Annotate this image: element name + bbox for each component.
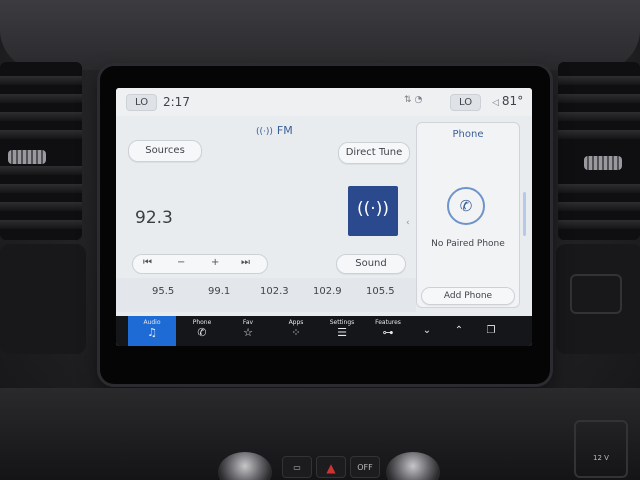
nav-settings-label: Settings	[329, 319, 355, 326]
current-frequency: 92.3	[135, 208, 173, 228]
outside-temperature: ◁ 81°	[492, 94, 523, 108]
left-climate-lo: LO	[135, 97, 149, 108]
phone-icon: ✆	[197, 326, 207, 339]
nav-audio[interactable]: Audio ♫	[128, 316, 176, 346]
tuning-controls: ⏮ − + ⏭	[132, 254, 268, 274]
chevron-up-icon: ⌃	[454, 325, 464, 336]
phone-icon: ✆	[447, 187, 485, 225]
sources-button[interactable]: Sources	[128, 140, 202, 162]
car-features-icon: ⊶	[382, 326, 394, 339]
climate-right-button[interactable]: LO	[450, 94, 482, 111]
tune-down-button[interactable]: −	[177, 257, 185, 268]
bottom-nav: Audio ♫ Phone ✆ Fav ☆ Apps ⁘ Settings ☰ …	[116, 316, 532, 346]
chevron-down-icon: ⌄	[422, 325, 432, 336]
right-vent-knob[interactable]	[584, 156, 622, 170]
temperature-value: 81°	[501, 94, 524, 108]
left-lower-panel	[0, 244, 86, 354]
nav-phone-label: Phone	[192, 319, 212, 326]
panel-scrollbar[interactable]	[523, 192, 526, 236]
left-air-vent	[0, 62, 82, 240]
nav-layout[interactable]: ❐	[476, 316, 506, 346]
nav-phone[interactable]: Phone ✆	[178, 316, 226, 346]
phone-panel-title: Phone	[452, 129, 484, 140]
climate-left-button[interactable]: LO	[126, 94, 158, 111]
nav-audio-label: Audio	[143, 319, 161, 326]
preset-bar: 95.5 99.1 102.3 102.9 105.5	[116, 278, 416, 323]
settings-sliders-icon: ☰	[337, 326, 347, 339]
nav-expand[interactable]: ⌃	[444, 316, 474, 346]
add-phone-button[interactable]: Add Phone	[421, 287, 515, 305]
car-icon: ◁	[492, 98, 499, 108]
right-climate-lo: LO	[459, 97, 473, 108]
left-vent-knob[interactable]	[8, 150, 46, 164]
phone-status: No Paired Phone	[431, 239, 505, 249]
seek-forward-button[interactable]: ⏭	[241, 257, 250, 268]
station-art: ((·))	[348, 186, 398, 236]
seek-back-button[interactable]: ⏮	[143, 257, 152, 268]
traction-off-button[interactable]: OFF	[350, 456, 380, 478]
clock: 2:17	[163, 95, 190, 109]
right-air-vent	[558, 62, 640, 240]
antenna-icon: ((·))	[256, 127, 273, 137]
sound-button[interactable]: Sound	[336, 254, 406, 274]
wifi-icon: ◔	[414, 95, 426, 105]
star-icon: ☆	[243, 326, 253, 339]
band-title: ((·)) FM	[256, 124, 293, 137]
hazard-button[interactable]: ▲	[316, 456, 346, 478]
preset-4[interactable]: 102.9	[313, 286, 342, 297]
nav-fav[interactable]: Fav ☆	[224, 316, 272, 346]
preset-1[interactable]: 95.5	[152, 286, 174, 297]
windows-icon: ❐	[486, 325, 496, 336]
nav-features[interactable]: Features ⊶	[364, 316, 412, 346]
preset-2[interactable]: 99.1	[208, 286, 230, 297]
status-bar: LO 2:17 ⇅◔ LO ◁ 81°	[116, 88, 532, 116]
preset-3[interactable]: 102.3	[260, 286, 289, 297]
phone-panel: Phone ✆ No Paired Phone Add Phone	[416, 122, 520, 308]
direct-tune-button[interactable]: Direct Tune	[338, 142, 410, 164]
nav-apps-label: Apps	[288, 319, 304, 326]
chevron-left-icon[interactable]: ‹	[406, 218, 410, 228]
nav-settings[interactable]: Settings ☰	[318, 316, 366, 346]
radio-signal-icon: ((·))	[357, 199, 389, 219]
power-outlet: 12 V	[574, 420, 628, 478]
right-lower-panel	[556, 244, 640, 354]
nav-collapse[interactable]: ⌄	[412, 316, 442, 346]
data-transfer-icon: ⇅	[404, 95, 415, 105]
preset-page-indicator	[262, 308, 284, 323]
signal-icons: ⇅◔	[404, 95, 425, 105]
dash-top-bezel	[0, 0, 640, 70]
band-label: FM	[276, 124, 293, 137]
preset-5[interactable]: 105.5	[366, 286, 395, 297]
tune-up-button[interactable]: +	[211, 257, 219, 268]
music-note-icon: ♫	[147, 326, 157, 339]
nav-features-label: Features	[375, 319, 401, 326]
console-button[interactable]: ▭	[282, 456, 312, 478]
nav-apps[interactable]: Apps ⁘	[272, 316, 320, 346]
sync-screen: LO 2:17 ⇅◔ LO ◁ 81° ((·)) FM Sources Direc…	[116, 88, 532, 346]
apps-grid-icon: ⁘	[291, 326, 301, 339]
nav-fav-label: Fav	[242, 319, 254, 326]
